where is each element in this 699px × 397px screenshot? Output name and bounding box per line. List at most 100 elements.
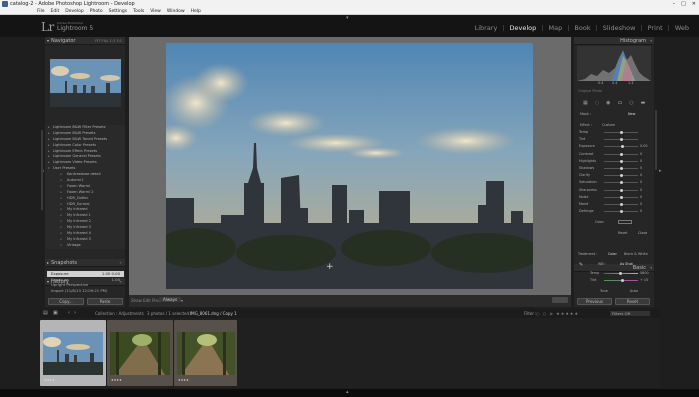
right-scrollbar[interactable] xyxy=(655,110,657,170)
tint-slider[interactable] xyxy=(604,279,638,282)
slider-track[interactable] xyxy=(604,131,638,134)
mask-close-button[interactable]: Close xyxy=(638,231,647,235)
slider-value[interactable]: 0 xyxy=(640,202,642,206)
collapse-top-panel-icon[interactable]: ▾ xyxy=(346,15,349,21)
snapshots-header[interactable]: ▸ Snapshots + xyxy=(45,259,125,267)
slider-value[interactable]: 0 xyxy=(640,173,642,177)
paste-button[interactable]: Paste xyxy=(87,298,123,305)
mask-new-button[interactable]: New xyxy=(628,112,635,116)
grid-view-icon[interactable]: ▤ xyxy=(43,309,48,318)
slider-value[interactable]: 0 xyxy=(640,188,642,192)
slider-track[interactable] xyxy=(604,159,638,163)
edit-pins-dropdown-icon[interactable]: ▾ xyxy=(181,298,183,303)
slider-track[interactable] xyxy=(604,203,638,206)
radial-filter-icon[interactable]: ○ xyxy=(629,100,633,106)
filmstrip-thumb-1[interactable]: ★★★★ xyxy=(40,320,106,386)
slider-knob[interactable] xyxy=(619,188,623,192)
mask-reset-button[interactable]: Reset xyxy=(618,231,627,235)
navigator-header[interactable]: ▾ Navigator FIT FILL 1:1 3:1 xyxy=(45,37,125,45)
slider-track[interactable] xyxy=(604,138,638,142)
module-develop[interactable]: Develop xyxy=(510,24,537,32)
preset-item[interactable]: ▫ Vintage xyxy=(45,243,125,249)
rating-filter[interactable]: ○ ○ ≥ ★★★★★ xyxy=(536,309,579,318)
collapse-filmstrip-icon[interactable]: ▴ xyxy=(346,389,349,395)
menu-develop[interactable]: Develop xyxy=(65,8,84,14)
crop-tool-icon[interactable]: ▦ xyxy=(583,100,588,106)
red-eye-icon[interactable]: ◉ xyxy=(606,100,610,106)
module-library[interactable]: Library xyxy=(475,24,498,32)
original-photo-checkbox[interactable]: Original Photo xyxy=(578,89,602,93)
slider-knob[interactable] xyxy=(619,195,623,199)
slider-track[interactable] xyxy=(604,145,638,149)
slider-knob[interactable] xyxy=(619,152,623,156)
back-icon[interactable]: ‹ xyxy=(68,309,70,318)
slider-knob[interactable] xyxy=(619,210,623,214)
temp-slider[interactable] xyxy=(604,272,638,275)
current-file[interactable]: IMG_8061.dng / Copy 1 xyxy=(190,309,237,318)
slider-knob[interactable] xyxy=(619,174,623,178)
effect-select[interactable]: Custom xyxy=(602,123,615,127)
slider-track[interactable] xyxy=(604,195,638,199)
slider-value[interactable]: 0 xyxy=(640,209,642,213)
slider-value[interactable]: 0 xyxy=(640,195,642,199)
histogram-chart[interactable] xyxy=(577,46,651,81)
wb-select[interactable]: As Shot xyxy=(620,262,633,266)
tint-value[interactable]: + 10 xyxy=(640,278,648,282)
slider-value[interactable]: 0 xyxy=(640,180,642,184)
treatment-bw-button[interactable]: Black & White xyxy=(624,252,648,256)
collection-info[interactable]: Collection : Adjustments xyxy=(95,309,144,318)
module-print[interactable]: Print xyxy=(648,24,663,32)
slider-value[interactable]: 0 xyxy=(640,159,642,163)
menu-view[interactable]: View xyxy=(150,8,161,14)
close-button[interactable]: ✕ xyxy=(692,0,696,8)
slider-knob[interactable] xyxy=(619,138,623,142)
module-book[interactable]: Book xyxy=(574,24,590,32)
edit-pins-select[interactable]: Always xyxy=(159,297,182,302)
menu-edit[interactable]: Edit xyxy=(51,8,60,14)
temp-slider-knob[interactable] xyxy=(619,272,622,275)
slider-knob[interactable] xyxy=(619,167,623,170)
reset-button[interactable]: Reset xyxy=(615,298,650,305)
slider-track[interactable] xyxy=(604,188,638,192)
slider-value[interactable]: 0 xyxy=(640,152,642,156)
module-web[interactable]: Web xyxy=(675,24,689,32)
spot-removal-icon[interactable]: ◌ xyxy=(595,100,599,106)
slider-knob[interactable] xyxy=(619,159,623,163)
maximize-button[interactable]: □ xyxy=(681,0,686,8)
module-map[interactable]: Map xyxy=(548,24,562,32)
tint-slider-knob[interactable] xyxy=(621,279,624,282)
menu-settings[interactable]: Settings xyxy=(109,8,127,14)
auto-tone-button[interactable]: Auto xyxy=(630,289,638,293)
slider-value[interactable]: 0 xyxy=(640,166,642,170)
right-panel-toggle-icon[interactable]: ▸ xyxy=(659,168,662,174)
slider-track[interactable] xyxy=(604,174,638,178)
temp-value[interactable]: 5800 xyxy=(640,271,649,275)
before-after-toggle[interactable] xyxy=(552,297,568,303)
second-window-icon[interactable]: ▣ xyxy=(53,309,58,318)
slider-track[interactable] xyxy=(604,167,638,170)
copy-button[interactable]: Copy... xyxy=(48,298,84,305)
minimize-button[interactable]: – xyxy=(673,0,676,8)
slider-track[interactable] xyxy=(604,152,638,156)
history-item[interactable]: Import (11/8/13 12:09:21 PM) xyxy=(47,288,124,294)
menu-help[interactable]: Help xyxy=(191,8,201,14)
slider-track[interactable] xyxy=(604,210,638,214)
graduated-filter-icon[interactable]: ▭ xyxy=(617,100,622,106)
menu-window[interactable]: Window xyxy=(167,8,185,14)
mask-color-swatch[interactable] xyxy=(618,220,632,224)
navigator-preview[interactable] xyxy=(50,59,121,107)
slider-value[interactable]: 0.00 xyxy=(640,144,648,148)
add-snapshot-icon[interactable]: + xyxy=(119,259,122,267)
menu-file[interactable]: File xyxy=(37,8,45,14)
navigator-zoom-options[interactable]: FIT FILL 1:1 3:1 xyxy=(95,37,122,45)
slider-track[interactable] xyxy=(604,181,638,185)
histogram-header[interactable]: Histogram ▾ xyxy=(574,37,654,45)
filmstrip-thumb-3[interactable]: ★★★★ xyxy=(174,320,237,386)
menu-tools[interactable]: Tools xyxy=(133,8,144,14)
previous-button[interactable]: Previous xyxy=(577,298,612,305)
white-balance-eyedropper-icon[interactable]: ✎ xyxy=(579,262,583,268)
adjustment-brush-icon[interactable]: ▬ xyxy=(641,100,646,106)
module-slideshow[interactable]: Slideshow xyxy=(603,24,636,32)
filmstrip-thumb-2[interactable]: ★★★★ xyxy=(107,320,173,386)
menu-photo[interactable]: Photo xyxy=(90,8,103,14)
